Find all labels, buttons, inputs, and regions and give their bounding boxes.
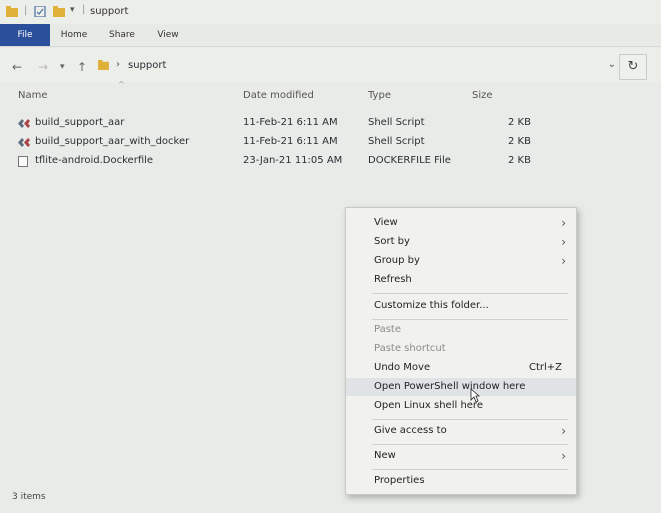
file-name: build_support_aar [35,117,125,128]
quick-access-dropdown-icon[interactable]: ▾ [70,5,75,15]
menu-item-group-by[interactable]: Group by › [346,252,576,270]
shell-script-icon [18,138,30,147]
menu-separator [372,419,568,420]
file-size: 2 KB [508,155,531,166]
menu-item-undo-move[interactable]: Undo Move Ctrl+Z [346,359,576,377]
column-header-size[interactable]: Size [472,90,493,101]
file-date: 23-Jan-21 11:05 AM [243,155,343,166]
menu-item-new[interactable]: New › [346,447,576,465]
column-header-name[interactable]: Name [18,90,48,101]
submenu-chevron-icon: › [561,424,566,438]
menu-item-customize-folder[interactable]: Customize this folder... [346,297,576,315]
tab-home[interactable]: Home [52,24,96,46]
refresh-icon: ↻ [627,59,639,74]
file-type: Shell Script [368,117,425,128]
file-type: Shell Script [368,136,425,147]
file-row[interactable]: build_support_aar_with_docker 11-Feb-21 … [0,133,661,151]
menu-item-refresh[interactable]: Refresh [346,271,576,289]
submenu-chevron-icon: › [561,235,566,249]
file-type: DOCKERFILE File [368,155,451,166]
up-arrow-icon[interactable]: ↑ [77,60,87,74]
shell-script-icon [18,119,30,128]
title-separator: | [82,4,86,15]
context-menu: View › Sort by › Group by › Refresh Customi… [345,207,577,495]
properties-icon[interactable] [34,6,46,17]
submenu-chevron-icon: › [561,449,566,463]
menu-item-open-powershell[interactable]: Open PowerShell window here [346,378,576,396]
menu-item-view[interactable]: View › [346,214,576,232]
ribbon: File Home Share View [0,24,661,47]
forward-arrow-icon[interactable]: → [38,60,48,74]
file-icon [18,156,28,167]
navigation-bar: ← → ▾ ↑ › support ⌄ ↻ [0,48,661,82]
recent-locations-icon[interactable]: ▾ [60,62,65,72]
menu-item-paste[interactable]: Paste [346,321,576,339]
menu-item-paste-shortcut[interactable]: Paste shortcut [346,340,576,358]
tab-view[interactable]: View [146,24,190,46]
menu-separator [372,469,568,470]
menu-separator [372,444,568,445]
file-size: 2 KB [508,136,531,147]
column-header-type[interactable]: Type [368,90,391,101]
folder-icon [6,6,18,17]
window-title: support [90,6,129,17]
column-header-date[interactable]: Date modified [243,90,314,101]
breadcrumb-chevron-icon[interactable]: › [116,59,120,70]
file-date: 11-Feb-21 6:11 AM [243,117,338,128]
tab-share[interactable]: Share [100,24,144,46]
back-arrow-icon[interactable]: ← [12,60,22,74]
file-date: 11-Feb-21 6:11 AM [243,136,338,147]
refresh-button[interactable]: ↻ [619,54,647,80]
new-folder-icon[interactable] [53,6,65,17]
menu-item-give-access[interactable]: Give access to › [346,422,576,440]
menu-separator [372,293,568,294]
file-size: 2 KB [508,117,531,128]
file-name: build_support_aar_with_docker [35,136,190,147]
shortcut-label: Ctrl+Z [528,362,562,373]
submenu-chevron-icon: › [561,254,566,268]
submenu-chevron-icon: › [561,216,566,230]
breadcrumb-support[interactable]: support [128,60,166,71]
menu-item-sort-by[interactable]: Sort by › [346,233,576,251]
status-item-count: 3 items [12,492,46,502]
mouse-cursor-icon [470,388,480,403]
file-name: tflite-android.Dockerfile [35,155,154,166]
file-row[interactable]: tflite-android.Dockerfile 23-Jan-21 11:0… [0,152,661,170]
address-dropdown-icon[interactable]: ⌄ [608,59,616,70]
menu-item-open-linux-shell[interactable]: Open Linux shell here [346,397,576,415]
address-bar[interactable]: › support ⌄ [92,56,620,78]
sort-indicator-icon: ^ [118,80,125,89]
menu-separator [372,319,568,320]
title-bar: | ▾ | support [0,0,661,24]
title-separator: | [24,5,28,16]
folder-icon [98,60,109,70]
menu-item-properties[interactable]: Properties [346,472,576,490]
tab-file[interactable]: File [0,24,50,46]
file-row[interactable]: build_support_aar 11-Feb-21 6:11 AM Shel… [0,114,661,132]
